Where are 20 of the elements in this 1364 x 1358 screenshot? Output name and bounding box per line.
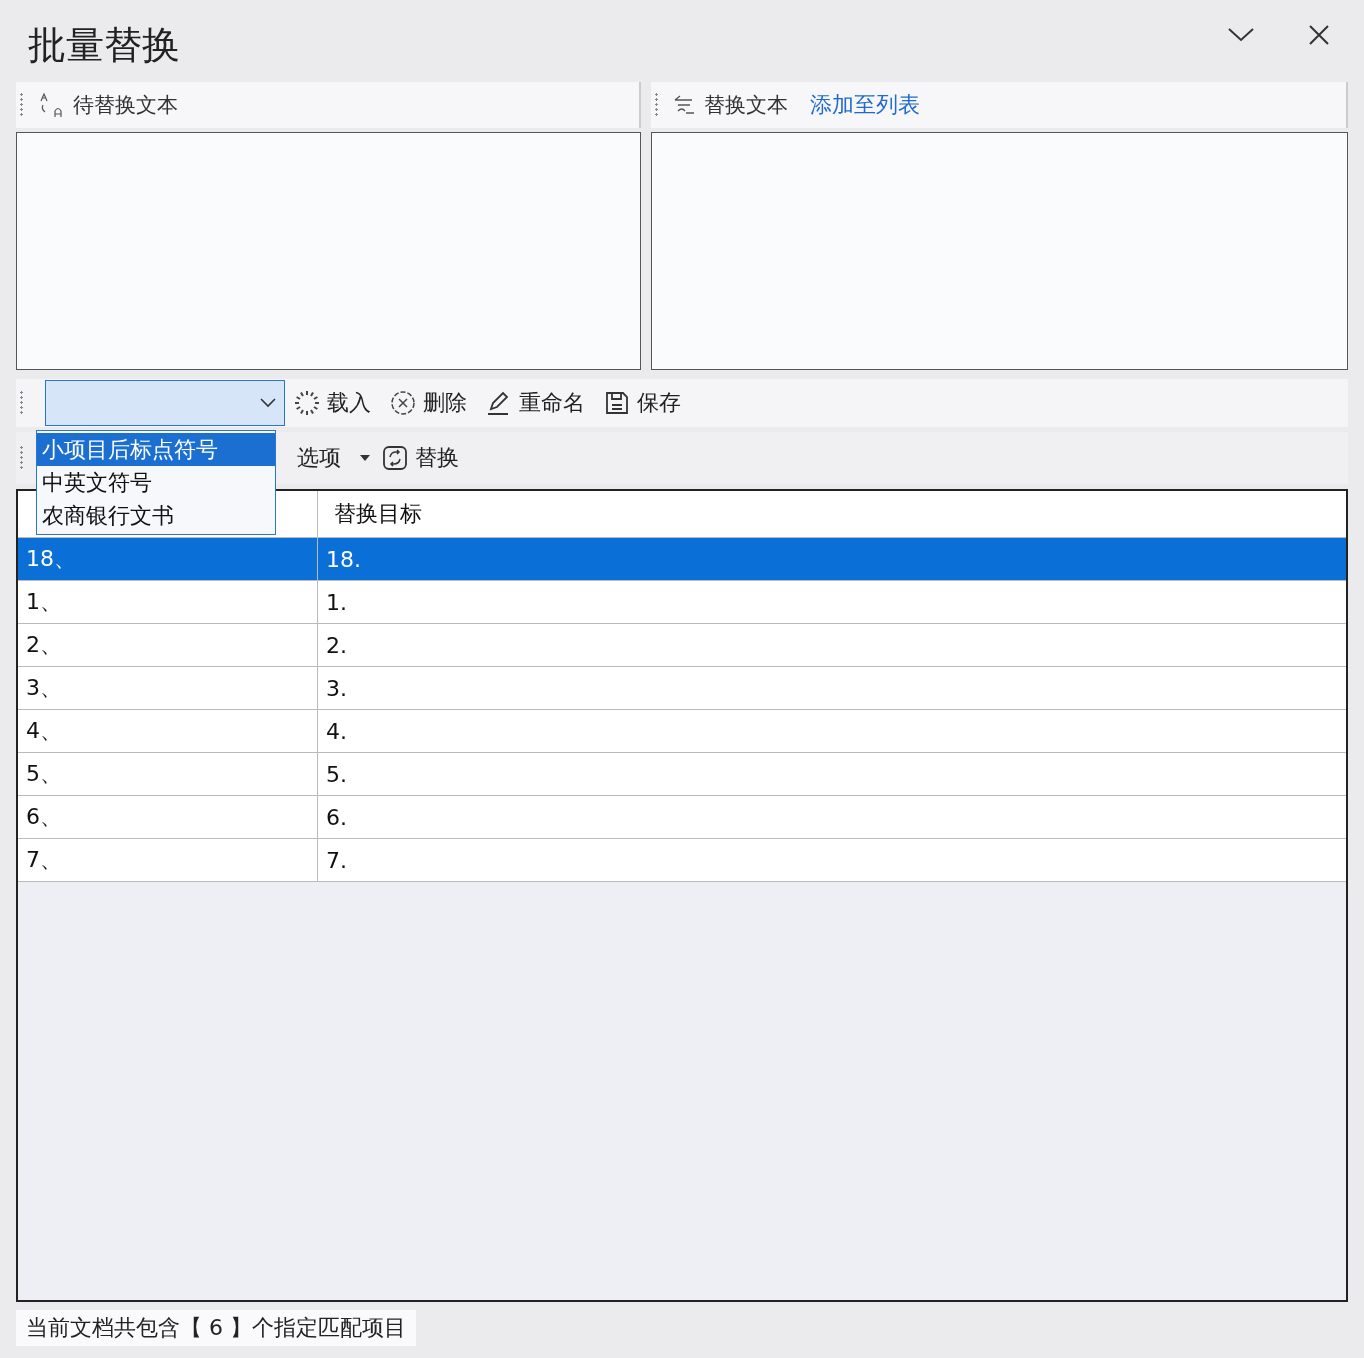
table-cell: 7、 xyxy=(18,839,318,881)
table-cell: 4、 xyxy=(18,710,318,752)
table-cell: 18、 xyxy=(18,538,318,580)
table-cell: 1、 xyxy=(18,581,318,623)
table-cell-text: 4. xyxy=(325,717,348,746)
panel-title: 待替换文本 xyxy=(73,92,178,119)
table-cell-text: 6. xyxy=(325,803,348,832)
table-cell-text: 18. xyxy=(325,545,362,574)
table-cell: 6、 xyxy=(18,796,318,838)
table-cell: 3、 xyxy=(18,667,318,709)
status-text: 当前文档共包含【 6 】个指定匹配项目 xyxy=(16,1310,416,1346)
table-cell-text: 1. xyxy=(325,588,348,617)
panel-title: 替换文本 xyxy=(704,92,788,119)
table-cell-text: 2. xyxy=(325,631,348,660)
window-title: 批量替换 xyxy=(27,21,180,69)
table-cell-text: 3. xyxy=(325,674,348,703)
table-cell: 2、 xyxy=(18,624,318,666)
table-cell-text: 5. xyxy=(325,760,348,789)
table-cell-text: 7. xyxy=(325,846,348,875)
table-cell: 5、 xyxy=(18,753,318,795)
